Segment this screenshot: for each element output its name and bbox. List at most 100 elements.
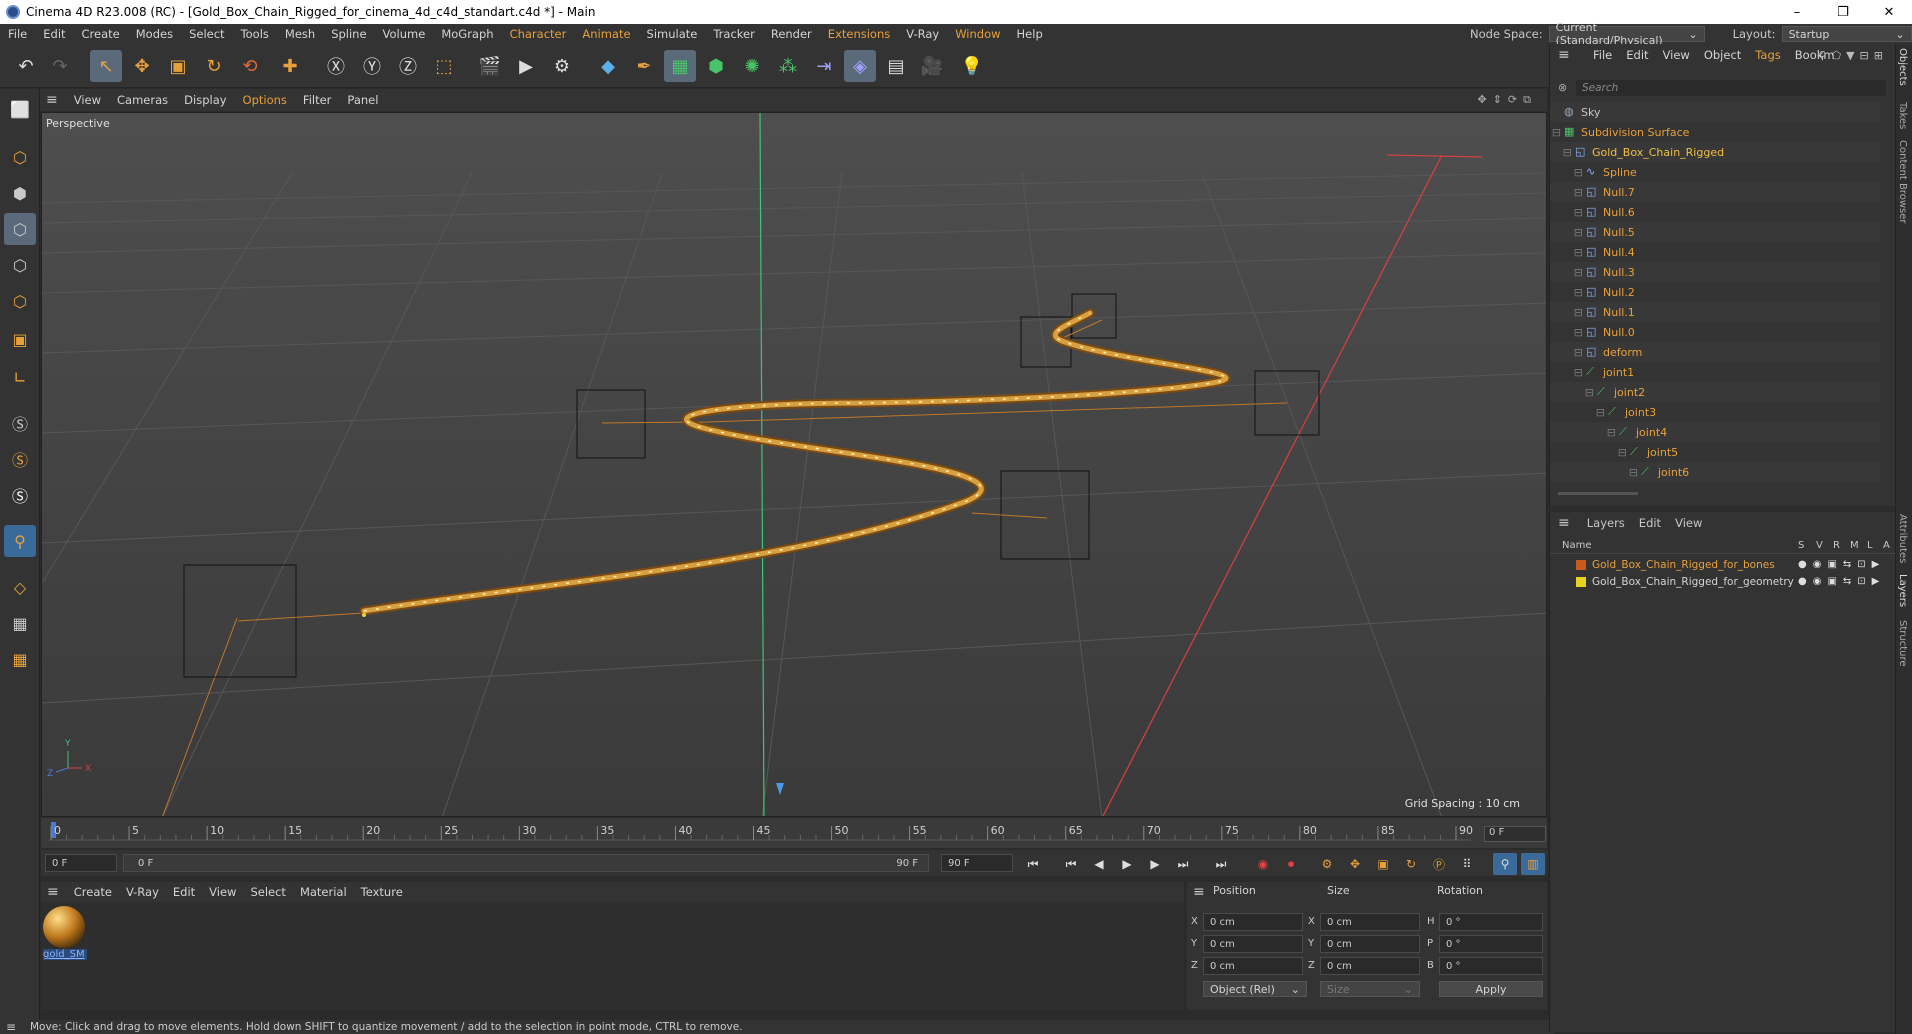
menu-extensions[interactable]: Extensions	[820, 27, 898, 41]
menu-help[interactable]: Help	[1009, 27, 1051, 41]
layer-menu-view[interactable]: View	[1668, 516, 1709, 530]
material-menu-edit[interactable]: Edit	[166, 885, 202, 899]
grid-icon[interactable]: ▦	[4, 607, 36, 639]
object-tree-row[interactable]: ⊟ ⟋ joint1	[1550, 362, 1880, 382]
tree-expander-icon[interactable]: ⊟	[1550, 386, 1597, 399]
viewport-menu-display[interactable]: Display	[176, 93, 234, 107]
object-tree-row[interactable]: ⊟ ◱ Null.7	[1550, 182, 1880, 202]
tree-expander-icon[interactable]: ⊟	[1550, 246, 1586, 259]
material-menu-view[interactable]: View	[202, 885, 243, 899]
size-z-field[interactable]: 0 cm	[1320, 957, 1420, 975]
start-frame-field[interactable]: 0 F	[45, 854, 117, 872]
z-axis-lock-icon[interactable]: Ⓩ	[392, 50, 424, 82]
tree-expander-icon[interactable]: ⊟	[1550, 426, 1619, 439]
material-menu-create[interactable]: Create	[67, 885, 119, 899]
minimize-button[interactable]: –	[1774, 0, 1820, 24]
hamburger-menu-icon[interactable]: ≡	[1193, 884, 1205, 900]
object-tree-row[interactable]: ⊟ ⟋ joint2	[1550, 382, 1880, 402]
object-tree-row[interactable]: ⊟ ⟋ joint4	[1550, 422, 1880, 442]
object-menu-object[interactable]: Object	[1697, 48, 1748, 62]
fcurve-window-icon[interactable]: ▥	[1521, 853, 1545, 875]
material-menu-vray[interactable]: V-Ray	[119, 885, 166, 899]
object-menu-file[interactable]: File	[1586, 48, 1619, 62]
render-settings-icon[interactable]: ⚙	[546, 50, 578, 82]
material-swatch-gold[interactable]: gold_SM	[43, 906, 87, 964]
workplane-icon[interactable]: ◇	[4, 571, 36, 603]
mograph-icon[interactable]: ✺	[736, 50, 768, 82]
menu-edit[interactable]: Edit	[35, 27, 73, 41]
position-z-field[interactable]: 0 cm	[1203, 957, 1303, 975]
locked-workplane-icon[interactable]: ▦	[4, 643, 36, 675]
go-to-end-icon[interactable]: ⏭	[1209, 853, 1233, 875]
size-y-field[interactable]: 0 cm	[1320, 935, 1420, 953]
tab-takes[interactable]: Takes	[1897, 102, 1908, 129]
object-mode-icon[interactable]: ⬡	[4, 141, 36, 173]
layer-menu-layers[interactable]: Layers	[1580, 516, 1632, 530]
rotation-h-field[interactable]: 0 °	[1439, 913, 1543, 931]
pen-spline-icon[interactable]: ✒	[628, 50, 660, 82]
play-icon[interactable]: ▶	[1115, 853, 1139, 875]
menu-mesh[interactable]: Mesh	[277, 27, 323, 41]
rotation-b-field[interactable]: 0 °	[1439, 957, 1543, 975]
tree-expander-icon[interactable]: ⊟	[1550, 186, 1586, 199]
autokeying-icon[interactable]: ⏺	[1279, 853, 1303, 875]
texture-mode-icon[interactable]: ⬢	[4, 177, 36, 209]
field-icon[interactable]: ◈	[844, 50, 876, 82]
object-tree-row[interactable]: ⊟ ⟋ joint3	[1550, 402, 1880, 422]
hamburger-menu-icon[interactable]: ≡	[6, 1020, 16, 1034]
quantize-icon[interactable]: Ⓢ	[4, 479, 36, 511]
menu-select[interactable]: Select	[181, 27, 232, 41]
axis-mode-icon[interactable]: ∟	[4, 361, 36, 393]
hamburger-menu-icon[interactable]: ≡	[1558, 47, 1570, 63]
viewport-menu-options[interactable]: Options	[235, 93, 295, 107]
horizontal-scrollbar[interactable]	[1558, 492, 1638, 495]
record-keys-icon[interactable]: ◉	[1251, 853, 1275, 875]
extrude-icon[interactable]: ⬢	[700, 50, 732, 82]
position-x-field[interactable]: 0 cm	[1203, 913, 1303, 931]
next-frame-icon[interactable]: ▶	[1143, 853, 1167, 875]
menu-file[interactable]: File	[0, 27, 35, 41]
menu-modes[interactable]: Modes	[128, 27, 181, 41]
object-tree-row[interactable]: ⊟ ∿ Spline	[1550, 162, 1880, 182]
light-icon[interactable]: 💡	[956, 50, 988, 82]
tree-expander-icon[interactable]: ⊟	[1550, 226, 1586, 239]
material-menu-select[interactable]: Select	[243, 885, 292, 899]
tweak-mode-icon[interactable]: ⚲	[4, 525, 36, 557]
live-selection-icon[interactable]: ↖	[90, 50, 122, 82]
tree-expander-icon[interactable]: ⊟	[1550, 286, 1586, 299]
tree-expander-icon[interactable]: ⊟	[1550, 306, 1586, 319]
tree-expander-icon[interactable]: ⊟	[1550, 466, 1641, 479]
tab-structure[interactable]: Structure	[1897, 620, 1908, 667]
object-tree-row[interactable]: ⊟ ◱ deform	[1550, 342, 1880, 362]
next-key-icon[interactable]: ⏭	[1171, 853, 1195, 875]
close-button[interactable]: ✕	[1866, 0, 1912, 24]
close-search-icon[interactable]: ⊗	[1558, 81, 1567, 94]
viewport-menu-filter[interactable]: Filter	[295, 93, 339, 107]
hamburger-menu-icon[interactable]: ≡	[40, 92, 66, 108]
polygons-mode-icon[interactable]: ⬡	[4, 285, 36, 317]
tree-expander-icon[interactable]: ⊟	[1550, 346, 1586, 359]
x-axis-lock-icon[interactable]: Ⓧ	[320, 50, 352, 82]
snap-settings-icon[interactable]: Ⓢ	[4, 443, 36, 475]
tab-content-browser[interactable]: Content Browser	[1897, 140, 1908, 223]
object-menu-view[interactable]: View	[1656, 48, 1697, 62]
menu-vray[interactable]: V-Ray	[898, 27, 947, 41]
current-frame-field[interactable]: 0 F	[1484, 826, 1546, 842]
rotate-icon[interactable]: ↻	[198, 50, 230, 82]
object-tree-row[interactable]: ⊟ ◱ Null.0	[1550, 322, 1880, 342]
layout-dropdown[interactable]: Startup ⌄	[1781, 26, 1912, 42]
tree-expander-icon[interactable]: ⊟	[1550, 366, 1586, 379]
render-view-icon[interactable]: ▶	[510, 50, 542, 82]
tab-attributes[interactable]: Attributes	[1897, 514, 1908, 563]
range-slider[interactable]: 0 F 90 F	[123, 854, 929, 872]
key-scale-icon[interactable]: ▣	[1371, 853, 1395, 875]
menu-simulate[interactable]: Simulate	[639, 27, 706, 41]
move-icon[interactable]: ✥	[126, 50, 158, 82]
camera-icon[interactable]: 🎥	[916, 50, 948, 82]
menu-volume[interactable]: Volume	[375, 27, 434, 41]
menu-character[interactable]: Character	[502, 27, 575, 41]
object-tree-row[interactable]: ⊟ ◱ Null.6	[1550, 202, 1880, 222]
hamburger-menu-icon[interactable]: ≡	[1558, 515, 1570, 531]
end-frame-field[interactable]: 90 F	[941, 854, 1013, 872]
tree-expander-icon[interactable]: ⊟	[1550, 326, 1586, 339]
